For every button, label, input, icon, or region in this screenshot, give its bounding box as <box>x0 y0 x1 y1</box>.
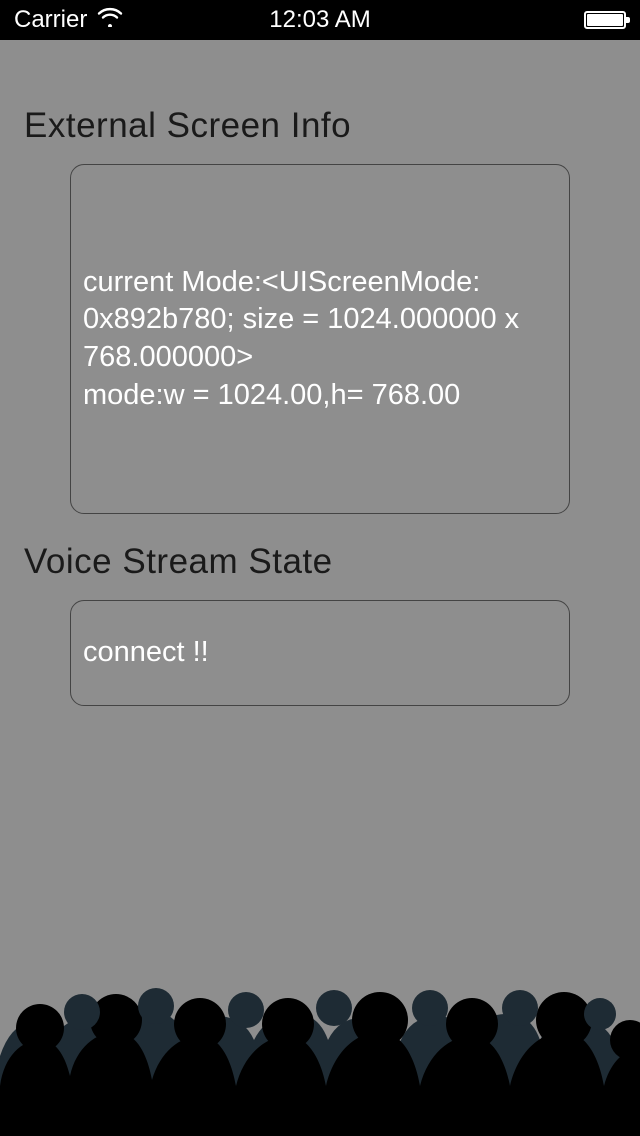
voice-stream-state-text: connect !! <box>83 634 209 672</box>
carrier-label: Carrier <box>14 6 87 34</box>
voice-stream-state-title: Voice Stream State <box>0 542 640 582</box>
screen-body: External Screen Info current Mode:<UIScr… <box>0 40 640 1136</box>
clock-label: 12:03 AM <box>269 6 370 34</box>
external-screen-info-box: current Mode:<UIScreenMode: 0x892b780; s… <box>70 164 570 514</box>
wifi-icon <box>97 6 123 34</box>
voice-stream-state-box: connect !! <box>70 600 570 706</box>
battery-icon <box>584 11 626 29</box>
status-bar: Carrier 12:03 AM <box>0 0 640 40</box>
external-screen-info-title: External Screen Info <box>0 106 640 146</box>
crowd-silhouette <box>0 936 640 1136</box>
external-screen-info-text: current Mode:<UIScreenMode: 0x892b780; s… <box>83 264 557 415</box>
